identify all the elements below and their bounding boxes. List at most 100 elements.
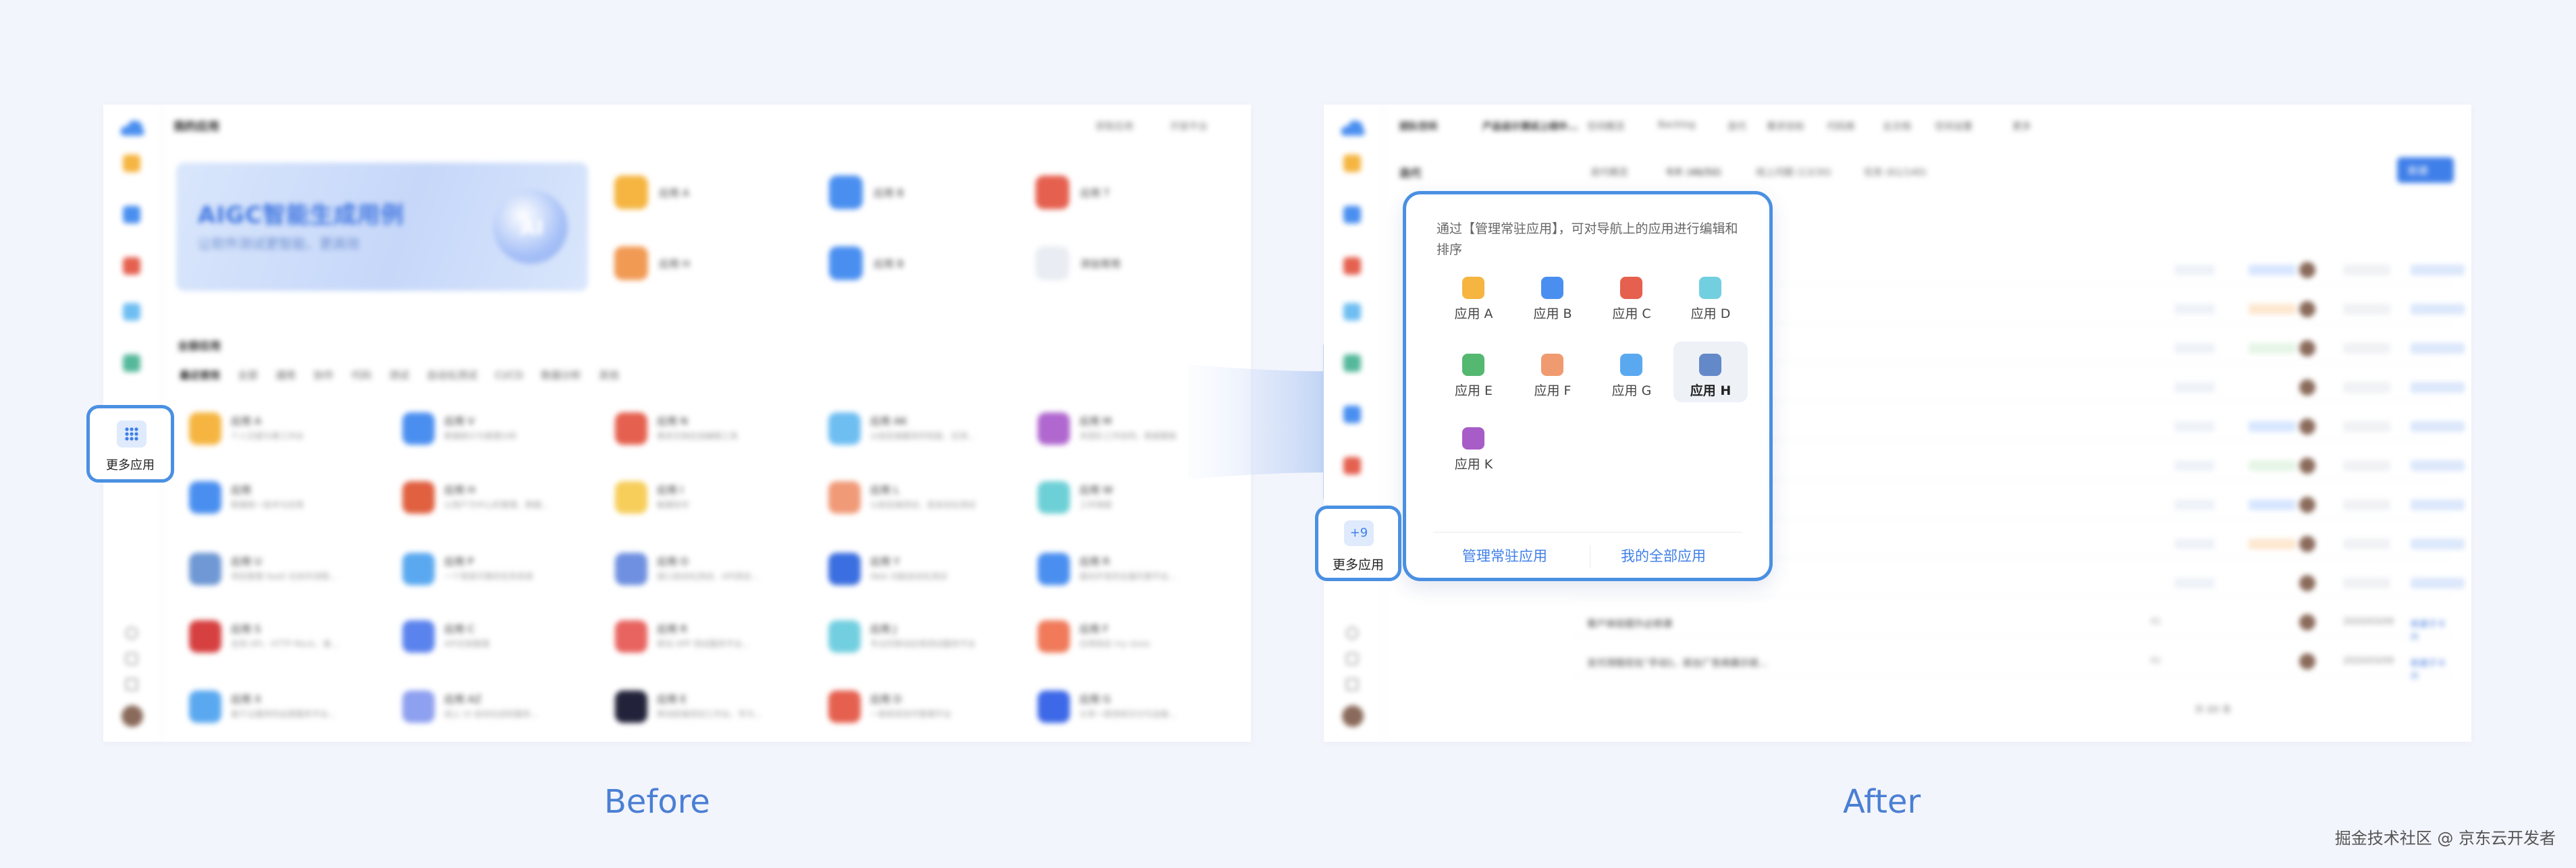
app-name[interactable]: 应用 U bbox=[231, 554, 262, 568]
header-tab[interactable]: 需求目标 bbox=[1767, 119, 1804, 133]
quick-app-icon[interactable] bbox=[1036, 246, 1069, 280]
more-apps-button-after[interactable]: +9 更多应用 bbox=[1315, 506, 1401, 581]
user-avatar[interactable] bbox=[1342, 705, 1364, 727]
rail-app-icon[interactable] bbox=[1343, 354, 1361, 372]
app-name[interactable]: 应用 AK bbox=[870, 414, 907, 428]
app-icon[interactable] bbox=[402, 481, 435, 514]
app-name[interactable]: 应用 E bbox=[657, 692, 687, 706]
aigc-banner[interactable]: AIGC智能生成用例 让软件测试更智能、更高效 AI bbox=[176, 163, 588, 291]
category-tab[interactable]: 协作 bbox=[313, 369, 333, 381]
popup-app-icon[interactable] bbox=[1462, 427, 1484, 450]
category-tab[interactable]: CI/CD bbox=[495, 369, 523, 381]
quick-app-icon[interactable] bbox=[829, 175, 863, 209]
user-avatar[interactable] bbox=[122, 705, 143, 727]
header-tab[interactable]: 空间概览 bbox=[1587, 119, 1625, 133]
rail-app-icon[interactable] bbox=[1343, 406, 1361, 423]
category-tab[interactable]: 自动化测试 bbox=[427, 369, 477, 381]
rail-app-icon[interactable] bbox=[123, 155, 140, 172]
more-apps-button-before[interactable]: 更多应用 bbox=[86, 405, 174, 483]
category-tab[interactable]: 数据分析 bbox=[541, 369, 581, 381]
app-icon[interactable] bbox=[615, 481, 647, 514]
open-platform-link[interactable]: 开放平台 bbox=[1170, 119, 1208, 133]
rail-app-icon[interactable] bbox=[123, 303, 140, 321]
popup-app-icon[interactable] bbox=[1541, 277, 1563, 299]
popup-app-icon[interactable] bbox=[1462, 354, 1484, 376]
app-icon[interactable] bbox=[828, 412, 861, 445]
popup-app-label[interactable]: 应用 F bbox=[1515, 381, 1590, 399]
app-name[interactable]: 应用 J bbox=[870, 622, 896, 636]
app-name[interactable]: 应用 X bbox=[231, 692, 261, 706]
popup-app-label[interactable]: 应用 K bbox=[1437, 454, 1511, 472]
app-name[interactable]: 应用 R bbox=[1079, 554, 1110, 568]
edit-icon[interactable] bbox=[126, 678, 138, 690]
header-tab[interactable]: 代码库 bbox=[1827, 119, 1855, 133]
sub-tab[interactable]: 线上问题 (13/30) bbox=[1756, 165, 1831, 179]
category-tab[interactable]: 代码 bbox=[351, 369, 371, 381]
app-icon[interactable] bbox=[189, 412, 221, 445]
header-tab[interactable]: 空间设置 bbox=[1935, 119, 1973, 133]
app-icon[interactable] bbox=[402, 553, 435, 585]
app-name[interactable]: 应用 A bbox=[231, 414, 261, 428]
popup-app-icon[interactable] bbox=[1541, 354, 1563, 376]
rail-app-icon[interactable] bbox=[1343, 303, 1361, 321]
app-icon[interactable] bbox=[828, 620, 861, 653]
new-subcard-link[interactable]: 新建子卡片 bbox=[2411, 617, 2451, 643]
app-icon[interactable] bbox=[189, 481, 221, 514]
app-icon[interactable] bbox=[189, 620, 221, 653]
app-name[interactable]: 应用 bbox=[231, 483, 251, 497]
app-icon[interactable] bbox=[189, 553, 221, 585]
rail-app-icon[interactable] bbox=[123, 257, 140, 275]
get-apps-link[interactable]: 获取应用 bbox=[1096, 119, 1133, 133]
app-icon[interactable] bbox=[402, 412, 435, 445]
popup-app-icon[interactable] bbox=[1699, 354, 1721, 376]
app-icon[interactable] bbox=[1038, 690, 1070, 723]
category-tab[interactable]: 通用 bbox=[275, 369, 296, 381]
app-name[interactable]: 应用 P bbox=[444, 554, 474, 568]
rail-app-icon[interactable] bbox=[123, 206, 140, 223]
quick-app-icon[interactable] bbox=[829, 246, 863, 280]
app-icon[interactable] bbox=[1038, 620, 1070, 653]
popup-app-label[interactable]: 应用 D bbox=[1673, 304, 1748, 322]
app-name[interactable]: 应用 L bbox=[870, 483, 899, 497]
quick-app-icon[interactable] bbox=[1036, 175, 1069, 209]
all-my-apps-link[interactable]: 我的全部应用 bbox=[1621, 545, 1706, 566]
sub-tab[interactable]: 任务 (61/140) bbox=[1864, 165, 1927, 179]
new-subcard-link[interactable]: 新建子卡片 bbox=[2411, 656, 2451, 682]
app-icon[interactable] bbox=[828, 690, 861, 723]
app-icon[interactable] bbox=[615, 620, 647, 653]
app-icon[interactable] bbox=[402, 620, 435, 653]
sub-tab[interactable]: 迭代概览 bbox=[1590, 165, 1628, 179]
app-icon[interactable] bbox=[828, 553, 861, 585]
app-icon[interactable] bbox=[615, 553, 647, 585]
app-name[interactable]: 应用 G bbox=[1079, 692, 1110, 706]
header-tab[interactable]: 云文档 bbox=[1883, 119, 1911, 133]
rail-app-icon[interactable] bbox=[1343, 206, 1361, 223]
table-row[interactable]: 客户体验提升必修课 P2 2020/03/09 新建子卡片 bbox=[1574, 609, 2451, 643]
app-name[interactable]: 应用 Y bbox=[870, 554, 900, 568]
category-tab[interactable]: 测试 bbox=[389, 369, 409, 381]
header-tab[interactable]: 团队空间 bbox=[1399, 119, 1437, 133]
category-tab[interactable]: 全部 bbox=[238, 369, 258, 381]
popup-app-icon[interactable] bbox=[1620, 277, 1642, 299]
app-icon[interactable] bbox=[402, 690, 435, 723]
app-name[interactable]: 应用 AZ bbox=[444, 692, 481, 706]
help-icon[interactable] bbox=[126, 627, 138, 639]
app-icon[interactable] bbox=[1038, 553, 1070, 585]
app-icon[interactable] bbox=[189, 690, 221, 723]
popup-app-label[interactable]: 应用 G bbox=[1594, 381, 1669, 399]
app-name[interactable]: 应用 O bbox=[657, 554, 689, 568]
app-icon[interactable] bbox=[1038, 412, 1070, 445]
app-name[interactable]: 应用 S bbox=[231, 622, 261, 636]
bell-icon[interactable] bbox=[126, 653, 138, 665]
popup-app-icon[interactable] bbox=[1699, 277, 1721, 299]
popup-app-label[interactable]: 应用 B bbox=[1515, 304, 1590, 322]
quick-app-icon[interactable] bbox=[614, 175, 648, 209]
app-name[interactable]: 应用 D bbox=[870, 692, 901, 706]
popup-app-icon[interactable] bbox=[1620, 354, 1642, 376]
rail-app-icon[interactable] bbox=[1343, 155, 1361, 172]
popup-app-label[interactable]: 应用 C bbox=[1594, 304, 1669, 322]
header-tab[interactable]: 产品设计测试上线中... bbox=[1482, 119, 1578, 133]
app-name[interactable]: 应用 F bbox=[1079, 622, 1108, 636]
header-tab[interactable]: Backlog bbox=[1658, 119, 1695, 130]
help-icon[interactable] bbox=[1346, 627, 1358, 639]
